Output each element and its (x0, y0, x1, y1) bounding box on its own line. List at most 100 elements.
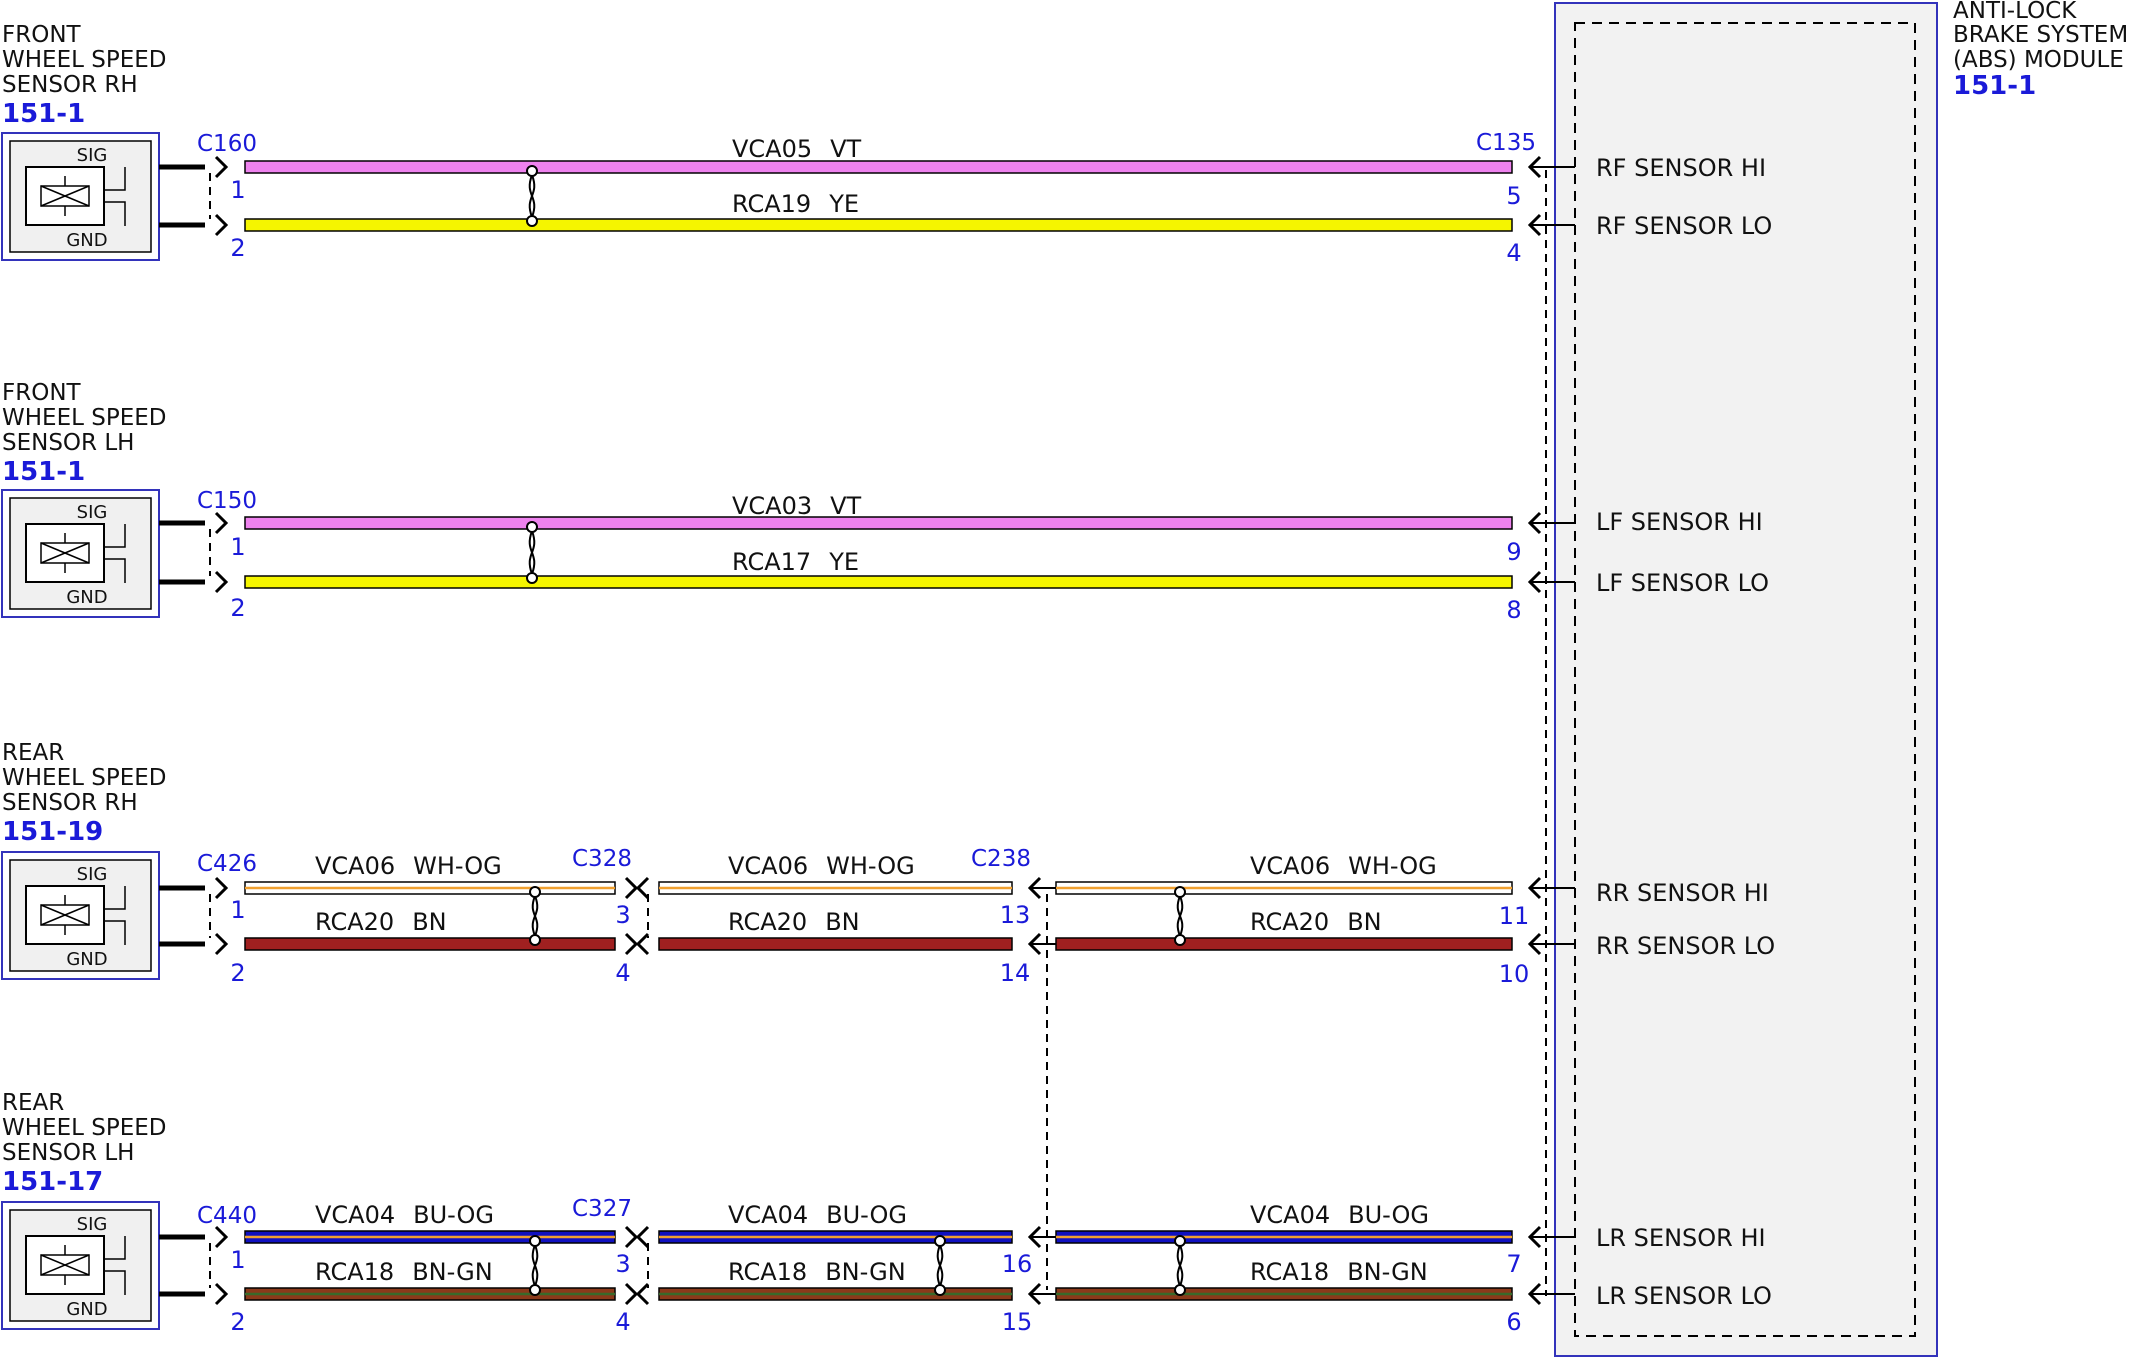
sensor-body-front-rh: SIG GND (1, 132, 160, 261)
wire-label: RCA18 BN-GN (728, 1258, 906, 1286)
sensor-title-1: REAR (2, 1090, 64, 1116)
sensor-title-3: SENSOR RH (2, 72, 138, 98)
wire-circuit: VCA04 (1250, 1201, 1330, 1229)
gnd-label: GND (66, 587, 107, 608)
abs-pin-label-rr-hi: RR SENSOR HI (1596, 879, 1769, 907)
wire-color-code: YE (828, 548, 859, 576)
wire-label: VCA03 VT (732, 492, 862, 520)
sig-label: SIG (77, 502, 108, 523)
sig-label: SIG (77, 864, 108, 885)
connector-c150-label: C150 (197, 488, 257, 514)
twisted-pair-mark-bottom (934, 1284, 946, 1296)
sensor-body-rear-lh: SIG GND (1, 1201, 160, 1330)
sensor-front-lh: FRONT WHEEL SPEED SENSOR LH 151-1 (2, 380, 166, 487)
pin-c426-2: 2 (230, 959, 245, 987)
connector-arrow-hi (214, 511, 229, 535)
wires-layer: VCA06 WH-OG VCA06 WH-OG VCA06 WH-OGRCA20 BN RCA… (159, 155, 1575, 1306)
wire-color-code: BN (1347, 908, 1381, 936)
wiring-diagram: ANTI-LOCK BRAKE SYSTEM (ABS) MODULE 151-… (0, 0, 2130, 1360)
inline-arrow-left-lo (635, 932, 650, 956)
wire-color-code: VT (830, 492, 861, 520)
wire-circuit: VCA04 (728, 1201, 808, 1229)
wire-color-code: WH-OG (826, 852, 915, 880)
sensor-title-1: FRONT (2, 22, 82, 48)
wire-label: RCA18 BN-GN (1250, 1258, 1428, 1286)
connector-c426-label: C426 (197, 851, 257, 877)
abs-pin-9: 9 (1506, 538, 1521, 566)
abs-connector-label: C135 (1476, 130, 1536, 156)
abs-pin-5: 5 (1506, 182, 1521, 210)
wire-label: RCA20 BN (315, 908, 447, 936)
wire-label: VCA06 WH-OG (728, 852, 915, 880)
wire-vca05 (244, 160, 1513, 174)
connector-c440-label: C440 (197, 1203, 257, 1229)
wire-rca19 (244, 218, 1513, 232)
sensor-rear-lh: REAR WHEEL SPEED SENSOR LH 151-17 (2, 1090, 166, 1197)
connector-arrow-lo (214, 1282, 229, 1306)
wire-circuit: RCA19 (732, 190, 811, 218)
abs-pin-label-lr-hi: LR SENSOR HI (1596, 1224, 1766, 1252)
twisted-pair-mark-bottom (526, 215, 538, 227)
connector-c328-label: C328 (572, 846, 632, 872)
wire-color-code: VT (830, 135, 861, 163)
abs-module: ANTI-LOCK BRAKE SYSTEM (ABS) MODULE 151-… (1476, 0, 2128, 1357)
pin-c238-16: 16 (1002, 1250, 1033, 1278)
wire-vca03 (244, 516, 1513, 530)
inline-arrow-right-lo (624, 932, 639, 956)
twisted-pair-mark-top (526, 165, 538, 177)
connector-c327-label: C327 (572, 1196, 632, 1222)
pin-c327-3: 3 (615, 1250, 630, 1278)
abs-module-title-3: (ABS) MODULE (1953, 47, 2124, 73)
abs-pin-label-rf-lo: RF SENSOR LO (1596, 212, 1772, 240)
connector-c238-label: C238 (971, 846, 1031, 872)
twisted-pair-mark-top (526, 521, 538, 533)
wire-rca20 (658, 937, 1013, 951)
sensor-title-2: WHEEL SPEED (2, 1115, 166, 1141)
gnd-label: GND (66, 230, 107, 251)
pin-c426-1: 1 (230, 896, 245, 924)
wire-label: RCA19 YE (732, 190, 859, 218)
wire-color-code: YE (828, 190, 859, 218)
sensor-body-rear-rh: SIG GND (1, 851, 160, 980)
wire-circuit: VCA06 (728, 852, 808, 880)
inline-arrow-right-hi (624, 1225, 639, 1249)
sensor-title-1: REAR (2, 740, 64, 766)
wire-rca17 (244, 575, 1513, 589)
pin-c440-2: 2 (230, 1308, 245, 1336)
twisted-pair-mark-bottom (529, 1284, 541, 1296)
abs-module-ref: 151-1 (1953, 71, 2036, 101)
abs-pin-8: 8 (1506, 596, 1521, 624)
wire-circuit: RCA18 (1250, 1258, 1329, 1286)
wire-circuit: RCA17 (732, 548, 811, 576)
abs-pin-label-rf-hi: RF SENSOR HI (1596, 154, 1766, 182)
connector-arrow-hi (214, 1225, 229, 1249)
wire-label: VCA04 BU-OG (728, 1201, 907, 1229)
wire-label: VCA04 BU-OG (315, 1201, 494, 1229)
wire-circuit: VCA06 (315, 852, 395, 880)
gnd-label: GND (66, 1299, 107, 1320)
abs-pin-label-lf-lo: LF SENSOR LO (1596, 569, 1769, 597)
twisted-pair-mark-top (529, 886, 541, 898)
wire-label: RCA17 YE (732, 548, 859, 576)
pin-c328-3: 3 (615, 901, 630, 929)
wire-circuit: RCA20 (1250, 908, 1329, 936)
sensor-front-rh: FRONT WHEEL SPEED SENSOR RH 151-1 (2, 22, 166, 129)
pin-c160-2: 2 (230, 234, 245, 262)
sensor-title-2: WHEEL SPEED (2, 47, 166, 73)
abs-pin-11: 11 (1499, 902, 1530, 930)
wire-color-code: BN-GN (412, 1258, 493, 1286)
sensor-title-3: SENSOR RH (2, 790, 138, 816)
pin-c150-2: 2 (230, 594, 245, 622)
connector-arrow-lo (214, 213, 229, 237)
abs-module-body (1554, 2, 1938, 1357)
inline-arrow-left-hi (635, 876, 650, 900)
abs-pin-label-lr-lo: LR SENSOR LO (1596, 1282, 1772, 1310)
sensor-ref: 151-19 (2, 817, 103, 847)
twisted-pair-mark-bottom (529, 934, 541, 946)
twisted-pair-mark-top (934, 1235, 946, 1247)
wire-circuit: RCA18 (728, 1258, 807, 1286)
sensor-ref: 151-1 (2, 457, 85, 487)
abs-pin-4: 4 (1506, 239, 1521, 267)
wire-color-code: BN-GN (825, 1258, 906, 1286)
sensor-title-2: WHEEL SPEED (2, 765, 166, 791)
